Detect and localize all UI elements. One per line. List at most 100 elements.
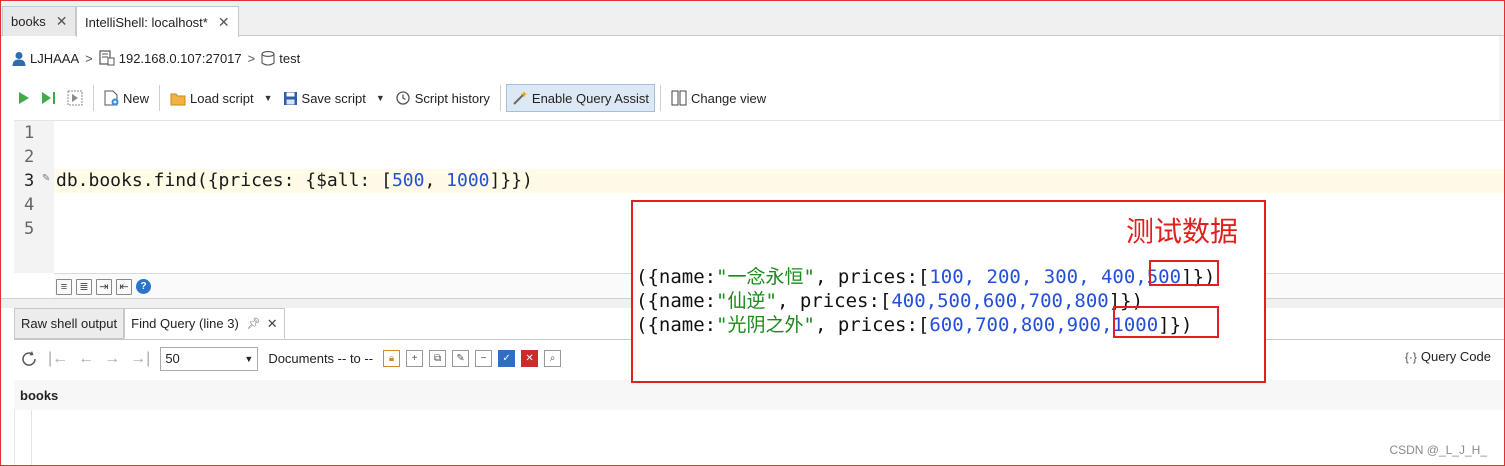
- help-icon[interactable]: ?: [136, 279, 151, 294]
- results-grid[interactable]: [14, 410, 1505, 466]
- chevron-down-icon[interactable]: ▼: [264, 93, 273, 103]
- line-number-gutter: 1 2 3 4 5 ✎: [14, 121, 54, 273]
- next-page-icon[interactable]: →: [104, 350, 120, 368]
- grid-column-divider: [31, 410, 32, 466]
- row-prefix: ({name:: [636, 314, 717, 336]
- toolbar-separator: [659, 85, 661, 111]
- code-text: db.books.find({prices: {$all: [: [56, 170, 392, 191]
- row-mid: , prices:[: [814, 266, 930, 288]
- breadcrumb-separator: >: [247, 50, 256, 66]
- server-icon: [99, 50, 115, 66]
- script-history-label: Script history: [414, 90, 490, 106]
- format-code-icon[interactable]: ≡: [56, 278, 72, 295]
- code-line[interactable]: db.books.find({prices: {$all: [500, 1000…: [56, 170, 533, 191]
- tab-find-query[interactable]: Find Query (line 3) 📌︎ ✕: [124, 308, 285, 339]
- row-prefix: ({name:: [636, 266, 717, 288]
- script-history-button[interactable]: Script history: [390, 84, 495, 112]
- add-document-icon[interactable]: +: [406, 350, 424, 367]
- row-name: "仙逆": [716, 290, 777, 312]
- highlight-box: [1149, 260, 1219, 286]
- load-script-label: Load script: [190, 90, 254, 106]
- tab-intellishell[interactable]: IntelliShell: localhost* ✕: [76, 6, 239, 37]
- server-label[interactable]: 192.168.0.107:27017: [119, 51, 242, 66]
- tab-label: Find Query (line 3): [131, 316, 239, 331]
- page-size-select[interactable]: 50 ▼: [160, 346, 259, 371]
- toolbar-separator: [159, 85, 161, 111]
- tab-label: Raw shell output: [21, 316, 118, 331]
- test-data-row: ({name:"光阴之外", prices:[600,700,800,900,1…: [636, 310, 1192, 337]
- row-name: "一念永恒": [716, 266, 815, 288]
- edit-document-icon[interactable]: ✎: [452, 350, 470, 367]
- query-code-button[interactable]: {·} Query Code: [1405, 349, 1491, 364]
- page-size-value: 50: [165, 351, 180, 366]
- lock-icon[interactable]: 🔒︎: [383, 350, 401, 367]
- breadcrumb-separator: >: [85, 50, 93, 66]
- previous-page-icon[interactable]: ←: [78, 350, 94, 368]
- code-number: 500: [391, 170, 425, 191]
- first-page-icon[interactable]: |←: [48, 350, 68, 368]
- row-values: 400,500,600,700,800: [891, 290, 1109, 312]
- apply-changes-icon[interactable]: ✓: [498, 350, 516, 367]
- delete-document-icon[interactable]: −: [475, 350, 493, 367]
- tab-books[interactable]: books ✕: [2, 6, 77, 36]
- test-data-row: ({name:"仙逆", prices:[400,500,600,700,800…: [636, 286, 1143, 313]
- run-selection-icon: [67, 90, 83, 106]
- tab-label: books: [11, 14, 46, 29]
- save-icon: [283, 91, 297, 105]
- last-page-icon[interactable]: →|: [130, 350, 150, 368]
- new-button[interactable]: New: [99, 84, 154, 112]
- documents-range-label: Documents -- to --: [268, 351, 374, 366]
- result-tabs: Raw shell output Find Query (line 3) 📌︎ …: [14, 308, 285, 339]
- row-values: 600,700,800,900,: [929, 314, 1113, 336]
- save-script-button[interactable]: Save script ▼: [278, 84, 390, 112]
- user-label[interactable]: LJHAAA: [30, 51, 79, 66]
- run-line-icon: [42, 92, 55, 104]
- line-number: 5: [24, 219, 35, 239]
- row-prefix: ({name:: [636, 290, 717, 312]
- database-label[interactable]: test: [279, 51, 300, 66]
- code-number: 1000: [446, 170, 490, 191]
- enable-query-assist-button[interactable]: Enable Query Assist: [505, 84, 655, 112]
- code-text: ,: [424, 170, 447, 191]
- run-selection-button[interactable]: [62, 84, 88, 112]
- save-script-label: Save script: [301, 90, 366, 106]
- outdent-icon[interactable]: ⇤: [116, 278, 132, 295]
- code-braces-icon: {·}: [1404, 349, 1417, 364]
- close-icon[interactable]: ✕: [218, 14, 230, 31]
- close-icon[interactable]: ✕: [267, 316, 278, 332]
- test-data-overlay: 测试数据 ({name:"一念永恒", prices:[100, 200, 30…: [631, 200, 1266, 383]
- row-name: "光阴之外": [716, 314, 815, 336]
- database-icon: [261, 50, 275, 66]
- close-icon[interactable]: ✕: [56, 13, 68, 30]
- connection-breadcrumb: LJHAAA > 192.168.0.107:27017 > test: [12, 48, 300, 68]
- load-script-button[interactable]: Load script ▼: [165, 84, 278, 112]
- overlay-title: 测试数据: [1125, 215, 1238, 248]
- tab-raw-shell-output[interactable]: Raw shell output: [14, 308, 125, 339]
- change-view-label: Change view: [690, 90, 767, 106]
- chevron-down-icon[interactable]: ▼: [376, 93, 385, 103]
- user-icon: [12, 51, 26, 66]
- pin-icon[interactable]: 📌︎: [247, 317, 261, 330]
- clone-document-icon[interactable]: ⧉: [429, 350, 447, 367]
- toolbar-separator: [499, 85, 501, 111]
- discard-changes-icon[interactable]: ✕: [521, 350, 539, 367]
- line-number: 2: [24, 147, 35, 167]
- new-label: New: [123, 90, 150, 106]
- find-icon[interactable]: ⌕: [544, 350, 562, 367]
- test-data-row: ({name:"一念永恒", prices:[100, 200, 300, 40…: [636, 262, 1215, 289]
- shell-toolbar: New Load script ▼ Save script ▼ Script h…: [0, 80, 1505, 116]
- indent-icon[interactable]: ⇥: [96, 278, 112, 295]
- code-text: ]}}): [489, 170, 533, 191]
- folder-icon: [170, 93, 186, 105]
- split-view-icon: [671, 90, 687, 106]
- run-line-button[interactable]: [36, 84, 62, 112]
- comment-icon[interactable]: ≣: [76, 278, 92, 295]
- magic-wand-icon: [513, 91, 528, 105]
- query-code-label: Query Code: [1420, 349, 1491, 364]
- line-number: 4: [24, 195, 35, 215]
- document-actions: 🔒︎ + ⧉ ✎ − ✓ ✕ ⌕: [383, 350, 562, 367]
- play-icon: [19, 92, 29, 104]
- run-button[interactable]: [12, 84, 36, 112]
- refresh-icon[interactable]: [20, 350, 38, 368]
- change-view-button[interactable]: Change view: [666, 84, 771, 112]
